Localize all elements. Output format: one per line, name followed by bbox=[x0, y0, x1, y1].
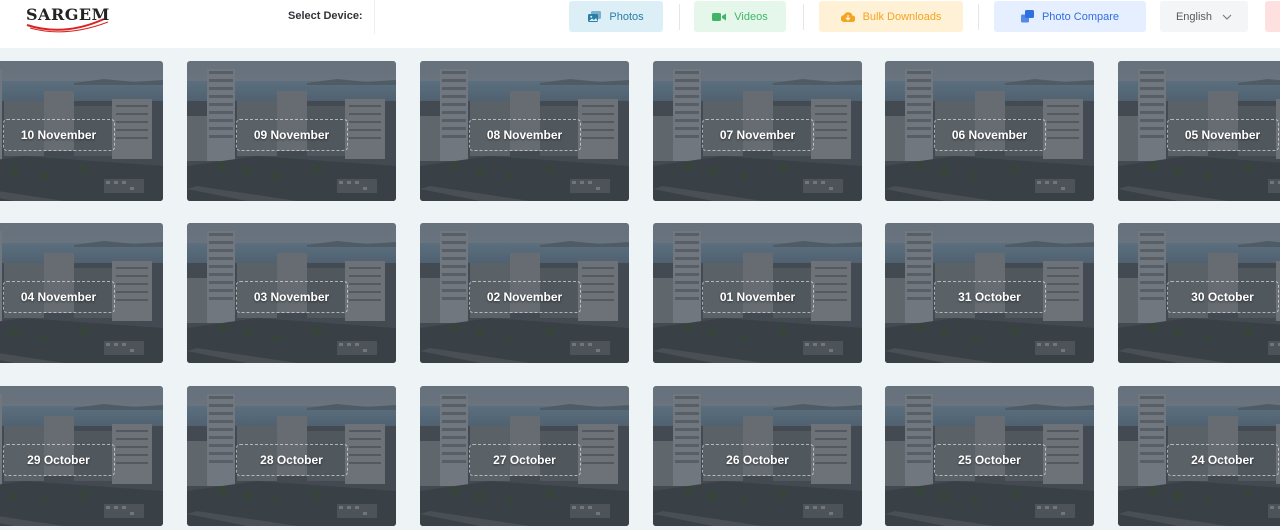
photo-date-label: 07 November bbox=[701, 119, 814, 151]
photo-card[interactable]: 29 October bbox=[0, 386, 163, 526]
photo-card[interactable]: 25 October bbox=[885, 386, 1094, 526]
cloud-download-icon bbox=[840, 12, 855, 22]
photo-compare-icon bbox=[1020, 10, 1034, 23]
photo-date-label: 02 November bbox=[468, 281, 581, 313]
nav-divider bbox=[803, 4, 804, 30]
photo-card[interactable]: 24 October bbox=[1118, 386, 1280, 526]
top-bar: SARGEM Select Device: Photos Videos Bulk… bbox=[0, 0, 1280, 48]
photo-card[interactable]: 04 November bbox=[0, 223, 163, 363]
photo-date-label: 04 November bbox=[2, 281, 115, 313]
photo-date-label: 06 November bbox=[933, 119, 1046, 151]
logout-button[interactable] bbox=[1265, 1, 1280, 32]
photo-date-label: 08 November bbox=[468, 119, 581, 151]
photo-date-label: 03 November bbox=[235, 281, 348, 313]
photo-date-label: 31 October bbox=[933, 281, 1046, 313]
chevron-down-icon bbox=[1222, 14, 1232, 20]
bulk-downloads-button[interactable]: Bulk Downloads bbox=[819, 1, 963, 32]
nav-divider bbox=[679, 4, 680, 30]
language-value: English bbox=[1175, 10, 1213, 23]
photo-date-label: 09 November bbox=[235, 119, 348, 151]
select-device-label: Select Device: bbox=[288, 10, 363, 22]
photo-card[interactable]: 05 November bbox=[1118, 61, 1280, 201]
photo-card[interactable]: 01 November bbox=[653, 223, 862, 363]
photo-card[interactable]: 27 October bbox=[420, 386, 629, 526]
bulk-downloads-label: Bulk Downloads bbox=[862, 10, 942, 23]
photo-card[interactable]: 30 October bbox=[1118, 223, 1280, 363]
photo-card[interactable]: 08 November bbox=[420, 61, 629, 201]
sargem-logo[interactable]: SARGEM bbox=[24, 5, 120, 33]
photo-card[interactable]: 09 November bbox=[187, 61, 396, 201]
photo-date-label: 30 October bbox=[1166, 281, 1279, 313]
photo-date-label: 26 October bbox=[701, 444, 814, 476]
select-device-dropdown[interactable] bbox=[374, 0, 375, 34]
photo-card[interactable]: 28 October bbox=[187, 386, 396, 526]
photo-card[interactable]: 02 November bbox=[420, 223, 629, 363]
photo-card[interactable]: 07 November bbox=[653, 61, 862, 201]
photo-date-label: 24 October bbox=[1166, 444, 1279, 476]
videos-button[interactable]: Videos bbox=[694, 1, 786, 32]
photos-button[interactable]: Photos bbox=[569, 1, 663, 32]
photo-date-label: 25 October bbox=[933, 444, 1046, 476]
nav-divider bbox=[978, 4, 979, 30]
photo-date-label: 29 October bbox=[2, 444, 115, 476]
photo-date-label: 27 October bbox=[468, 444, 581, 476]
photo-card[interactable]: 31 October bbox=[885, 223, 1094, 363]
photo-date-label: 01 November bbox=[701, 281, 814, 313]
photo-compare-button[interactable]: Photo Compare bbox=[994, 1, 1146, 32]
videos-label: Videos bbox=[734, 10, 768, 23]
photo-card[interactable]: 06 November bbox=[885, 61, 1094, 201]
language-select[interactable]: English bbox=[1160, 1, 1248, 32]
photo-compare-label: Photo Compare bbox=[1041, 10, 1120, 23]
photos-label: Photos bbox=[609, 10, 644, 23]
video-camera-icon bbox=[712, 12, 727, 21]
photo-date-label: 05 November bbox=[1166, 119, 1279, 151]
photos-icon bbox=[588, 10, 602, 22]
photo-card[interactable]: 26 October bbox=[653, 386, 862, 526]
photo-date-label: 28 October bbox=[235, 444, 348, 476]
photo-card[interactable]: 10 November bbox=[0, 61, 163, 201]
photo-card[interactable]: 03 November bbox=[187, 223, 396, 363]
logo-text: SARGEM bbox=[26, 5, 110, 24]
photo-date-label: 10 November bbox=[2, 119, 115, 151]
